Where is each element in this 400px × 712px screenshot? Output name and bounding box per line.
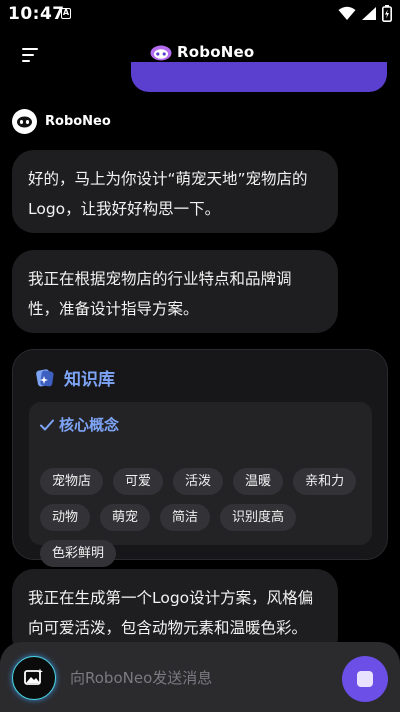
signal-icon bbox=[362, 7, 376, 20]
message-text: 我正在根据宠物店的行业特点和品牌调性，准备设计指导方案。 bbox=[28, 270, 292, 318]
concept-tag: 简洁 bbox=[160, 504, 211, 531]
stop-generation-button[interactable] bbox=[342, 656, 388, 702]
knowledge-card-icon bbox=[36, 368, 54, 386]
menu-icon bbox=[22, 48, 38, 50]
image-upload-button[interactable] bbox=[12, 656, 56, 700]
status-bar: 10:47 A bbox=[0, 0, 400, 28]
concept-tag: 萌宠 bbox=[100, 504, 151, 531]
concept-tag: 活泼 bbox=[173, 468, 224, 495]
stop-icon bbox=[357, 671, 373, 687]
robot-face-icon bbox=[17, 116, 32, 128]
knowledge-base-header: 知识库 bbox=[35, 365, 115, 390]
menu-icon-line-2 bbox=[22, 54, 34, 56]
wifi-icon bbox=[338, 6, 356, 20]
knowledge-base-card: 知识库 核心概念 宠物店 可爱 活泼 温暖 亲和力 动物 萌宠 简洁 识别度高 … bbox=[12, 349, 388, 567]
bot-identity: RoboNeo bbox=[12, 109, 111, 134]
roboneo-logo-icon bbox=[150, 45, 172, 60]
menu-button[interactable] bbox=[16, 40, 44, 68]
battery-charging-icon bbox=[382, 5, 392, 22]
concept-tag: 温暖 bbox=[233, 468, 284, 495]
bot-message-bubble: 我正在根据宠物店的行业特点和品牌调性，准备设计指导方案。 bbox=[12, 250, 338, 333]
concept-tag: 亲和力 bbox=[293, 468, 357, 495]
menu-icon-line-3 bbox=[22, 60, 30, 62]
bot-message-bubble: 好的，马上为你设计“萌宠天地”宠物店的Logo，让我好好构思一下。 bbox=[12, 150, 338, 233]
checkmark-icon bbox=[40, 419, 54, 430]
message-text: 我正在生成第一个Logo设计方案，风格偏向可爱活泼，包含动物元素和温暖色彩。 bbox=[28, 589, 314, 637]
core-concepts-panel: 核心概念 宠物店 可爱 活泼 温暖 亲和力 动物 萌宠 简洁 识别度高 色彩鲜明 bbox=[29, 402, 372, 567]
user-message-bubble bbox=[131, 62, 387, 92]
status-time: 10:47 bbox=[8, 4, 65, 24]
knowledge-base-title: 知识库 bbox=[64, 370, 115, 390]
notification-icon: A bbox=[61, 8, 71, 19]
concept-tag: 识别度高 bbox=[220, 504, 297, 531]
app-logo: RoboNeo bbox=[150, 43, 254, 61]
concept-tag: 色彩鲜明 bbox=[40, 540, 117, 567]
core-concepts-header: 核心概念 bbox=[40, 414, 119, 435]
image-icon bbox=[24, 668, 43, 685]
concept-tags: 宠物店 可爱 活泼 温暖 亲和力 动物 萌宠 简洁 识别度高 色彩鲜明 bbox=[40, 468, 365, 567]
message-input[interactable]: 向RoboNeo发送消息 bbox=[70, 667, 212, 688]
concept-tag: 动物 bbox=[40, 504, 91, 531]
core-concepts-title: 核心概念 bbox=[59, 416, 120, 434]
status-icons bbox=[338, 5, 392, 22]
concept-tag: 宠物店 bbox=[40, 468, 104, 495]
bot-avatar bbox=[12, 109, 37, 134]
app-title: RoboNeo bbox=[177, 43, 255, 61]
concept-tag: 可爱 bbox=[113, 468, 164, 495]
message-text: 好的，马上为你设计“萌宠天地”宠物店的Logo，让我好好构思一下。 bbox=[28, 170, 308, 218]
bot-name: RoboNeo bbox=[45, 114, 111, 129]
message-input-bar: 向RoboNeo发送消息 bbox=[0, 642, 400, 712]
